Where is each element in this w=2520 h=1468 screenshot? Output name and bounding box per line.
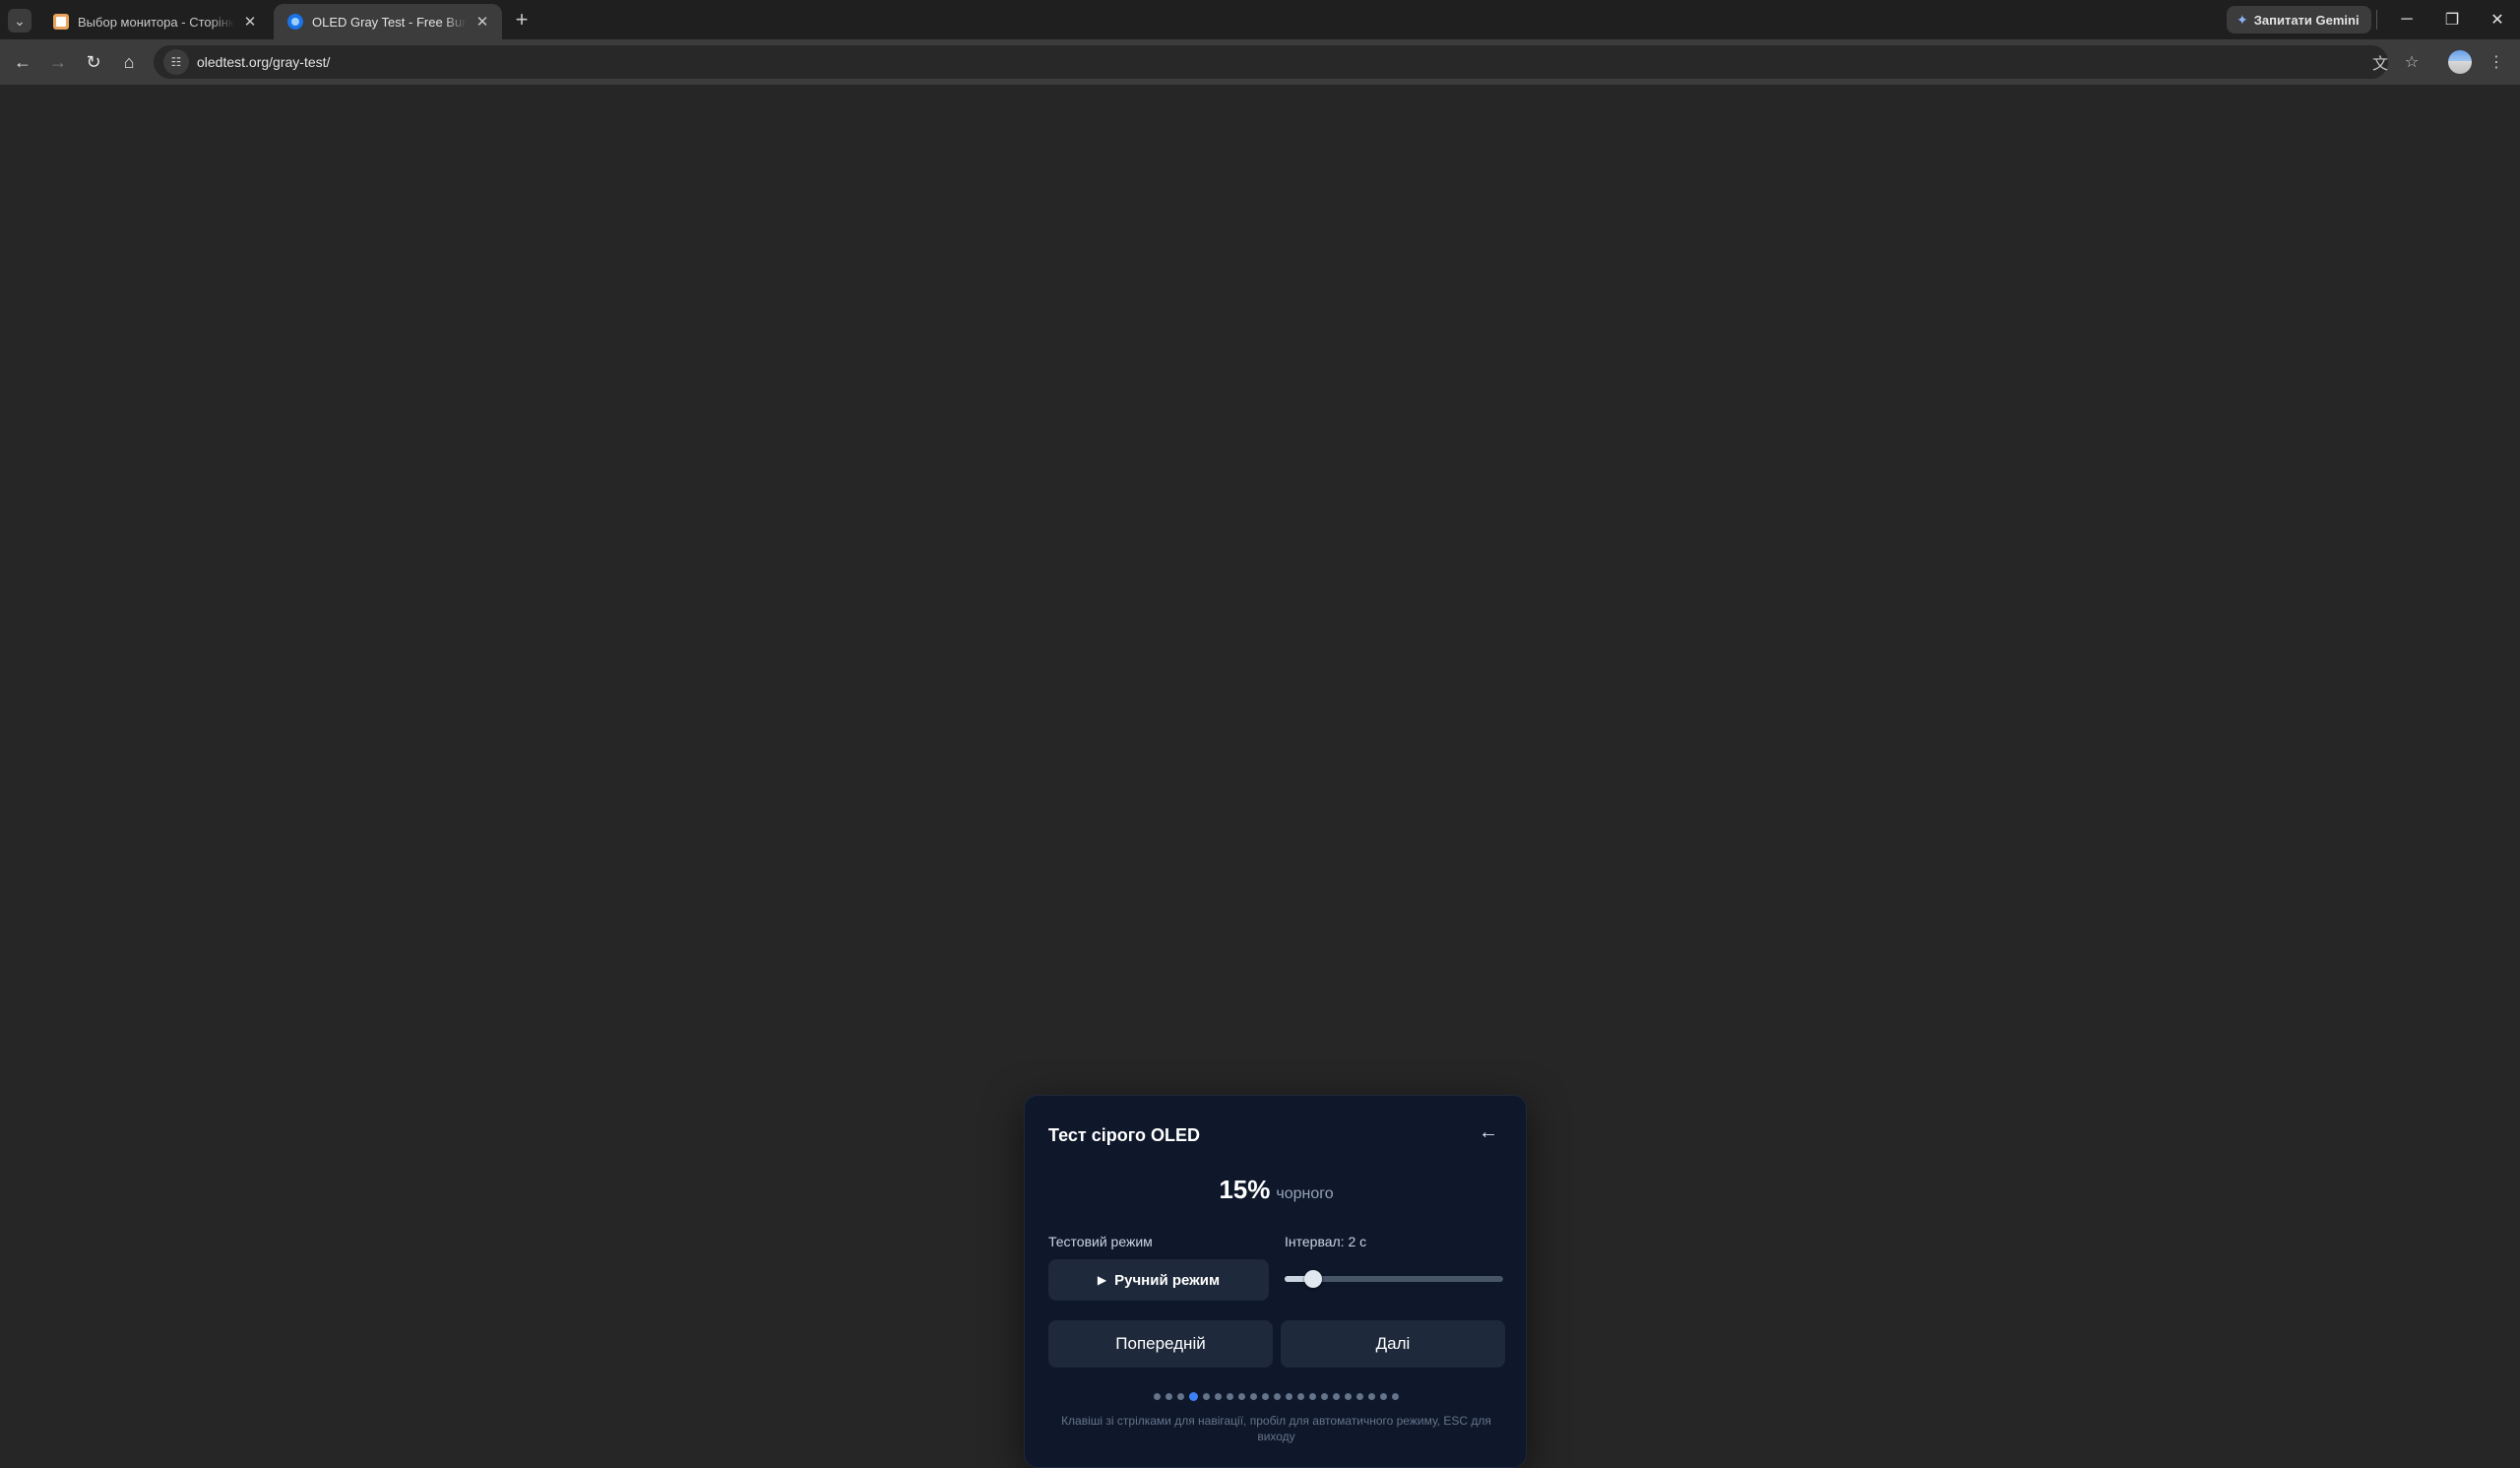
- interval-slider[interactable]: [1285, 1270, 1503, 1288]
- gray-level-suffix: чорного: [1276, 1185, 1334, 1202]
- step-dot-active[interactable]: [1189, 1392, 1198, 1401]
- test-mode-label: Тестовий режим: [1048, 1234, 1153, 1249]
- restore-icon[interactable]: ❐: [2432, 6, 2472, 33]
- tab-strip: ⌄ Выбор монитора - Сторінка 1 ✕ OLED Gra…: [0, 0, 2520, 39]
- back-arrow-icon[interactable]: ←: [1474, 1117, 1503, 1147]
- step-dot[interactable]: [1274, 1393, 1281, 1400]
- previous-button[interactable]: Попередній: [1048, 1320, 1273, 1368]
- forward-arrow-icon[interactable]: →: [45, 49, 71, 75]
- new-tab-plus-icon[interactable]: +: [510, 7, 534, 32]
- control-panel: Тест сірого OLED ← 15% чорного Тестовий р…: [1024, 1095, 1527, 1468]
- bookmark-star-icon[interactable]: ☆: [2399, 49, 2425, 75]
- step-dot[interactable]: [1262, 1393, 1269, 1400]
- panel-title: Тест сірого OLED: [1048, 1125, 1200, 1145]
- gray-level-readout: 15% чорного: [1025, 1175, 1528, 1205]
- url-text[interactable]: oledtest.org/gray-test/: [197, 54, 330, 70]
- tab-search-icon[interactable]: ⌄: [8, 9, 32, 32]
- play-icon: ▶: [1097, 1273, 1107, 1287]
- step-dot[interactable]: [1380, 1393, 1387, 1400]
- divider: [2376, 10, 2377, 30]
- close-icon[interactable]: ✕: [472, 12, 492, 32]
- manual-mode-label: Ручний режим: [1114, 1271, 1221, 1289]
- back-arrow-icon[interactable]: ←: [10, 49, 35, 75]
- step-dot[interactable]: [1166, 1393, 1172, 1400]
- slider-thumb[interactable]: [1303, 1270, 1322, 1288]
- step-dot[interactable]: [1250, 1393, 1257, 1400]
- minimize-icon[interactable]: ─: [2387, 6, 2426, 33]
- tab-title: OLED Gray Test - Free Burn-In Check: [312, 14, 467, 30]
- step-dot[interactable]: [1238, 1393, 1245, 1400]
- step-dot[interactable]: [1154, 1393, 1161, 1400]
- menu-kebab-icon[interactable]: ⋮: [2484, 49, 2509, 75]
- ask-gemini-button[interactable]: ✦ Запитати Gemini: [2227, 6, 2371, 33]
- step-dot[interactable]: [1227, 1393, 1233, 1400]
- translate-icon[interactable]: 文: [2367, 49, 2393, 75]
- site-favicon-icon: [287, 14, 303, 30]
- step-dot[interactable]: [1345, 1393, 1352, 1400]
- step-dot[interactable]: [1356, 1393, 1363, 1400]
- step-dot[interactable]: [1177, 1393, 1184, 1400]
- next-button[interactable]: Далі: [1281, 1320, 1505, 1368]
- step-dot[interactable]: [1309, 1393, 1316, 1400]
- tab-monitor-choice[interactable]: Выбор монитора - Сторінка 1 ✕: [39, 4, 270, 39]
- profile-avatar[interactable]: [2448, 50, 2472, 74]
- interval-label: Інтервал: 2 с: [1285, 1234, 1367, 1249]
- home-icon[interactable]: ⌂: [116, 49, 142, 75]
- gray-level-value: 15%: [1219, 1175, 1271, 1204]
- step-indicator: [1025, 1392, 1528, 1401]
- browser-toolbar: ← → ↻ ⌂ ☷ oledtest.org/gray-test/ 文 ☆ ⋮: [0, 39, 2520, 85]
- window-close-icon[interactable]: ✕: [2478, 6, 2517, 33]
- site-settings-icon[interactable]: ☷: [163, 49, 189, 75]
- gray-test-canvas: Тест сірого OLED ← 15% чорного Тестовий р…: [0, 85, 2520, 1468]
- tab-title: Выбор монитора - Сторінка 1: [78, 14, 234, 30]
- step-dot[interactable]: [1368, 1393, 1375, 1400]
- step-dot[interactable]: [1321, 1393, 1328, 1400]
- manual-mode-button[interactable]: ▶ Ручний режим: [1048, 1259, 1269, 1301]
- close-icon[interactable]: ✕: [240, 12, 260, 32]
- step-dot[interactable]: [1203, 1393, 1210, 1400]
- step-dot[interactable]: [1297, 1393, 1304, 1400]
- step-dot[interactable]: [1333, 1393, 1340, 1400]
- page-favicon-icon: [53, 14, 69, 30]
- step-dot[interactable]: [1286, 1393, 1292, 1400]
- address-bar[interactable]: ☷ oledtest.org/gray-test/: [154, 45, 2388, 79]
- gemini-sparkle-icon: ✦: [2236, 11, 2248, 28]
- step-dot[interactable]: [1215, 1393, 1222, 1400]
- reload-icon[interactable]: ↻: [81, 49, 106, 75]
- ask-gemini-label: Запитати Gemini: [2253, 12, 2360, 28]
- tab-oled-gray-test[interactable]: OLED Gray Test - Free Burn-In Check ✕: [274, 4, 502, 39]
- step-dot[interactable]: [1392, 1393, 1399, 1400]
